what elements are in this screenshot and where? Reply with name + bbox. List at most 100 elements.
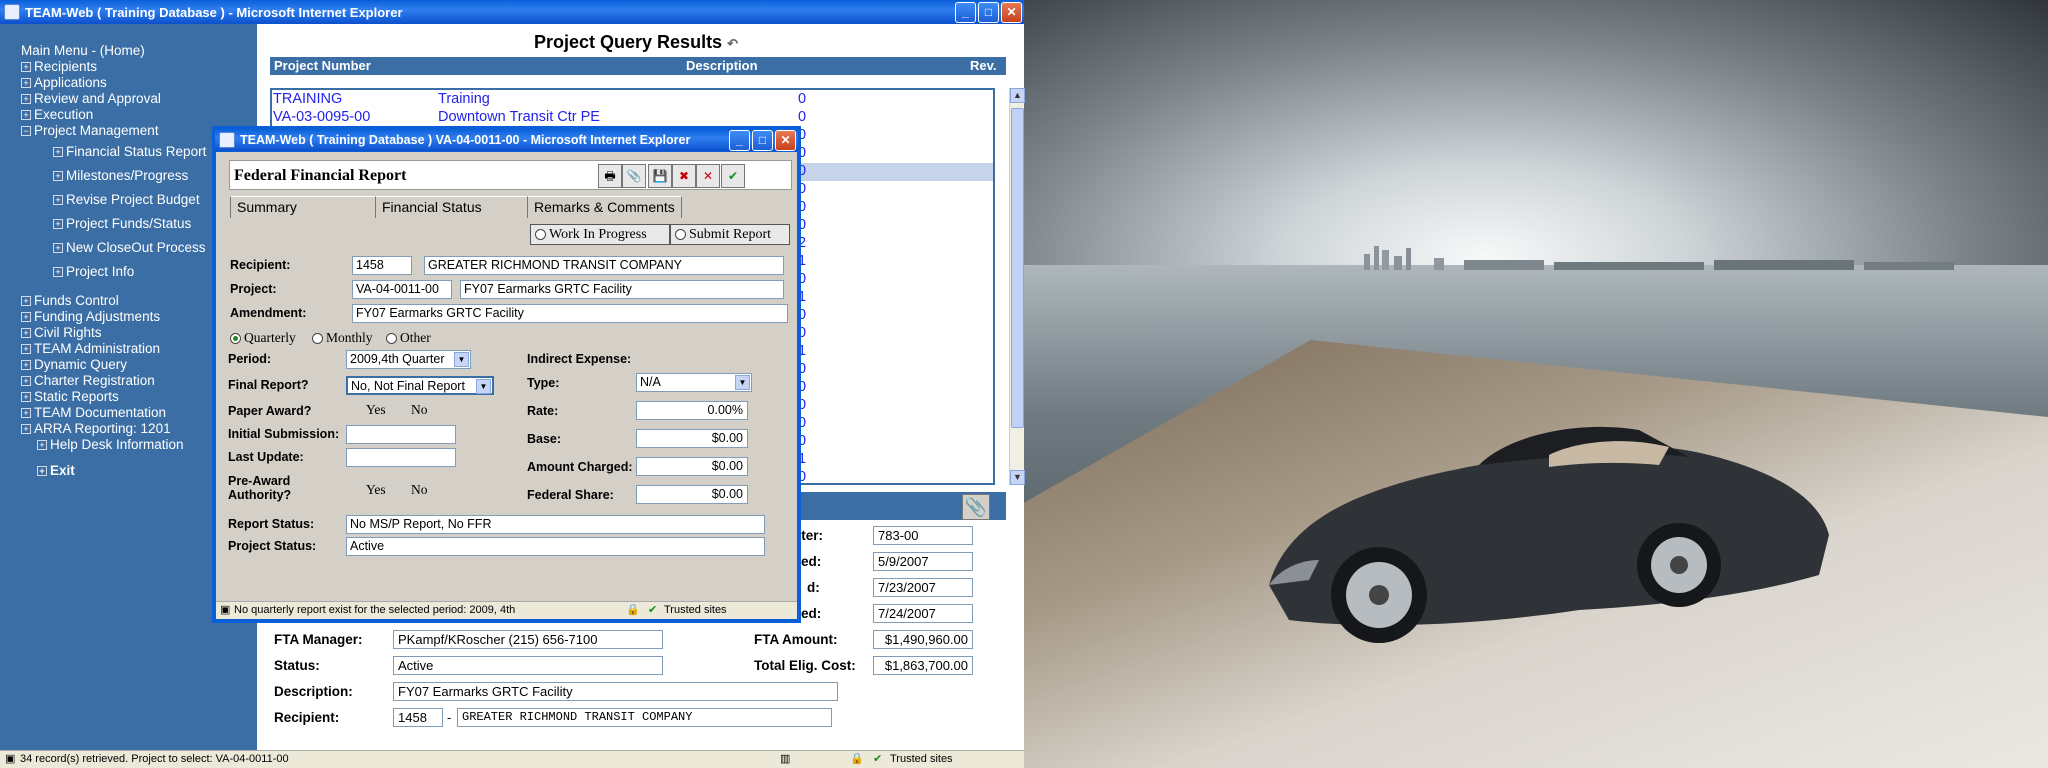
initial-submission-field[interactable] [346,425,456,444]
scroll-thumb[interactable] [1011,108,1024,428]
expand-icon: + [37,440,47,450]
desktop-wallpaper [1024,0,2048,768]
tab-remarks-comments[interactable]: Remarks & Comments [527,196,682,218]
popup-recipient-name-field: GREATER RICHMOND TRANSIT COMPANY [424,256,784,275]
popup-amendment-field: FY07 Earmarks GRTC Facility [352,304,788,323]
wallpaper-car [1269,426,1829,643]
sidebar-item-recipients[interactable]: + Recipients [0,59,257,75]
delete-icon[interactable]: ✖ [672,164,696,188]
maximize-button[interactable]: □ [978,1,999,23]
expand-icon: + [21,78,31,88]
type-select[interactable]: N/A ▼ [636,373,752,392]
period-label: Period: [228,352,272,366]
expand-icon: + [53,195,63,205]
expand-icon: + [21,312,31,322]
results-scrollbar[interactable]: ▲ ▼ [1009,88,1025,485]
popup-zone-text: Trusted sites [664,604,727,616]
fta-amount-label: FTA Amount: [754,632,838,647]
save-icon[interactable]: 💾 [648,164,672,188]
other-option[interactable]: Other [386,330,431,346]
ffr-popup-window: TEAM-Web ( Training Database ) VA-04-001… [212,126,801,623]
popup-titlebar: TEAM-Web ( Training Database ) VA-04-001… [215,129,798,151]
last-update-label: Last Update: [228,450,304,464]
rate-field[interactable]: 0.00% [636,401,748,420]
ie-icon [4,4,20,20]
column-description[interactable]: Description [686,58,758,73]
rate-label: Rate: [527,404,559,418]
scroll-down-icon[interactable]: ▼ [1010,470,1025,485]
close-button[interactable]: ✕ [1001,1,1022,23]
ffr-header: Federal Financial Report 🖶 📎 💾 ✖ ✕ ✔ [229,160,792,190]
amount-charged-field[interactable]: $0.00 [636,457,748,476]
base-field[interactable]: $0.00 [636,429,748,448]
cost-center-field: 783-00 [873,526,973,545]
scroll-up-icon[interactable]: ▲ [1010,88,1025,103]
table-row[interactable]: TRAINING Training 0 [272,91,993,109]
tab-summary[interactable]: Summary [230,196,375,218]
wallpaper-skyline [1364,246,1954,270]
last-update-field[interactable] [346,448,456,467]
expand-icon: + [21,360,31,370]
column-rev[interactable]: Rev. [970,58,997,73]
expand-icon: + [21,408,31,418]
date3-label: ed: [801,606,822,621]
date2-field: 7/23/2007 [873,578,973,597]
expand-icon: + [53,219,63,229]
main-window-title: TEAM-Web ( Training Database ) - Microso… [25,4,403,20]
base-label: Base: [527,432,562,446]
tab-financial-status[interactable]: Financial Status [375,196,527,218]
sidebar-item-home[interactable]: Main Menu - (Home) [0,43,257,59]
popup-close-button[interactable]: ✕ [775,129,796,151]
expand-icon: + [21,344,31,354]
lock-icon: 🔒 [626,604,640,616]
date3-field: 7/24/2007 [873,604,973,623]
table-row[interactable]: VA-03-0095-00 Downtown Transit Ctr PE 0 [272,109,993,127]
quarterly-option[interactable]: Quarterly [230,330,296,346]
cell-project-number[interactable]: VA-03-0095-00 [273,109,370,125]
minimize-button[interactable]: _ [955,1,976,23]
pre-award-yes[interactable]: Yes [366,482,386,498]
print-icon[interactable]: 🖶 [598,164,622,188]
popup-window-title: TEAM-Web ( Training Database ) VA-04-001… [240,133,691,147]
popup-minimize-button[interactable]: _ [729,129,750,151]
cell-project-number[interactable]: TRAINING [273,91,342,107]
recipient-separator: - [447,710,452,725]
sidebar-item-applications[interactable]: + Applications [0,75,257,91]
description-field: FY07 Earmarks GRTC Facility [393,682,838,701]
fta-manager-label: FTA Manager: [274,632,363,647]
ok-icon[interactable]: ✔ [721,164,745,188]
federal-share-field[interactable]: $0.00 [636,485,748,504]
refresh-icon[interactable]: ↶ [727,36,738,51]
main-status-text: 34 record(s) retrieved. Project to selec… [20,753,289,765]
cancel-icon[interactable]: ✕ [696,164,720,188]
expand-icon: + [53,267,63,277]
expand-icon: + [21,62,31,72]
expand-icon: + [21,328,31,338]
cell-description: Training [438,91,490,107]
period-select[interactable]: 2009,4th Quarter ▼ [346,350,471,369]
expand-icon: + [53,171,63,181]
sidebar-item-execution[interactable]: + Execution [0,107,257,123]
work-in-progress-option[interactable]: Work In Progress [530,224,670,245]
attachment-icon[interactable]: 📎 [962,494,990,520]
trusted-check-icon: ✔ [648,604,658,616]
ie-page-icon: ▣ [220,604,231,616]
expand-icon: + [53,243,63,253]
sidebar-item-review-approval[interactable]: + Review and Approval [0,91,257,107]
submit-report-option[interactable]: Submit Report [670,224,790,245]
attach-icon[interactable]: 📎 [622,164,646,188]
pre-award-no[interactable]: No [411,482,428,498]
recipient-label: Recipient: [274,710,340,725]
paper-award-yes[interactable]: Yes [366,402,386,418]
status-field: Active [393,656,663,675]
expand-icon: + [21,392,31,402]
zone-divider-icon: ▥ [780,753,791,765]
chevron-down-icon: ▼ [735,375,750,390]
popup-maximize-button[interactable]: □ [752,129,773,151]
popup-body: Federal Financial Report 🖶 📎 💾 ✖ ✕ ✔ Sum… [216,152,797,619]
monthly-option[interactable]: Monthly [312,330,373,346]
paper-award-no[interactable]: No [411,402,428,418]
column-project-number[interactable]: Project Number [274,58,371,73]
expand-icon: + [21,94,31,104]
final-report-select[interactable]: No, Not Final Report ▼ [346,376,494,395]
